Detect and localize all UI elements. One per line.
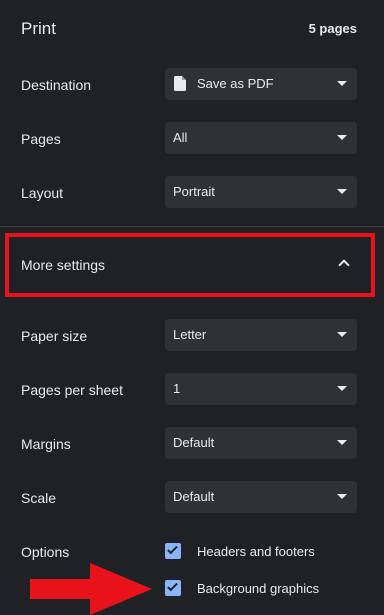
layout-row: Layout Portrait (0, 176, 384, 212)
margins-label: Margins (21, 436, 71, 452)
section-divider (0, 226, 384, 227)
paper-size-label: Paper size (21, 328, 88, 344)
margins-row: Margins Default (0, 427, 384, 463)
annotation-highlight-box (5, 233, 375, 297)
file-icon (174, 76, 186, 91)
pages-count: 5 pages (308, 21, 357, 36)
margins-value: Default (173, 435, 215, 450)
chevron-down-icon (337, 135, 347, 140)
chevron-down-icon (337, 189, 347, 194)
pages-select[interactable]: All (165, 122, 357, 154)
headers-footers-option[interactable]: Headers and footers (165, 541, 375, 561)
destination-row: Destination Save as PDF (0, 68, 384, 104)
pages-per-sheet-row: Pages per sheet 1 (0, 373, 384, 409)
options-label: Options (21, 544, 70, 560)
destination-select[interactable]: Save as PDF (165, 68, 357, 100)
paper-size-select[interactable]: Letter (165, 319, 357, 351)
headers-footers-checkbox[interactable] (165, 543, 181, 559)
pages-per-sheet-label: Pages per sheet (21, 382, 123, 398)
chevron-down-icon (337, 386, 347, 391)
layout-select[interactable]: Portrait (165, 176, 357, 208)
annotation-arrow-icon (30, 563, 152, 615)
layout-value: Portrait (173, 184, 215, 199)
pages-label: Pages (21, 131, 61, 147)
headers-footers-label: Headers and footers (197, 544, 315, 559)
paper-size-row: Paper size Letter (0, 319, 384, 355)
chevron-down-icon (337, 332, 347, 337)
background-graphics-checkbox[interactable] (165, 580, 181, 596)
background-graphics-option[interactable]: Background graphics (165, 578, 375, 598)
pages-row: Pages All (0, 122, 384, 158)
check-icon (167, 543, 178, 555)
paper-size-value: Letter (173, 327, 207, 342)
page-title: Print (21, 19, 56, 38)
scale-select[interactable]: Default (165, 481, 357, 513)
scale-row: Scale Default (0, 481, 384, 517)
chevron-down-icon (337, 440, 347, 445)
destination-label: Destination (21, 77, 92, 93)
pages-per-sheet-select[interactable]: 1 (165, 373, 357, 405)
chevron-down-icon (337, 81, 347, 86)
destination-value: Save as PDF (197, 76, 274, 91)
layout-label: Layout (21, 185, 64, 201)
background-graphics-label: Background graphics (197, 581, 320, 596)
pages-per-sheet-value: 1 (173, 381, 181, 396)
check-icon (167, 580, 178, 592)
margins-select[interactable]: Default (165, 427, 357, 459)
scale-value: Default (173, 489, 215, 504)
pages-value: All (173, 130, 188, 145)
chevron-down-icon (337, 494, 347, 499)
scale-label: Scale (21, 490, 57, 506)
print-header: Print 5 pages (0, 0, 384, 58)
